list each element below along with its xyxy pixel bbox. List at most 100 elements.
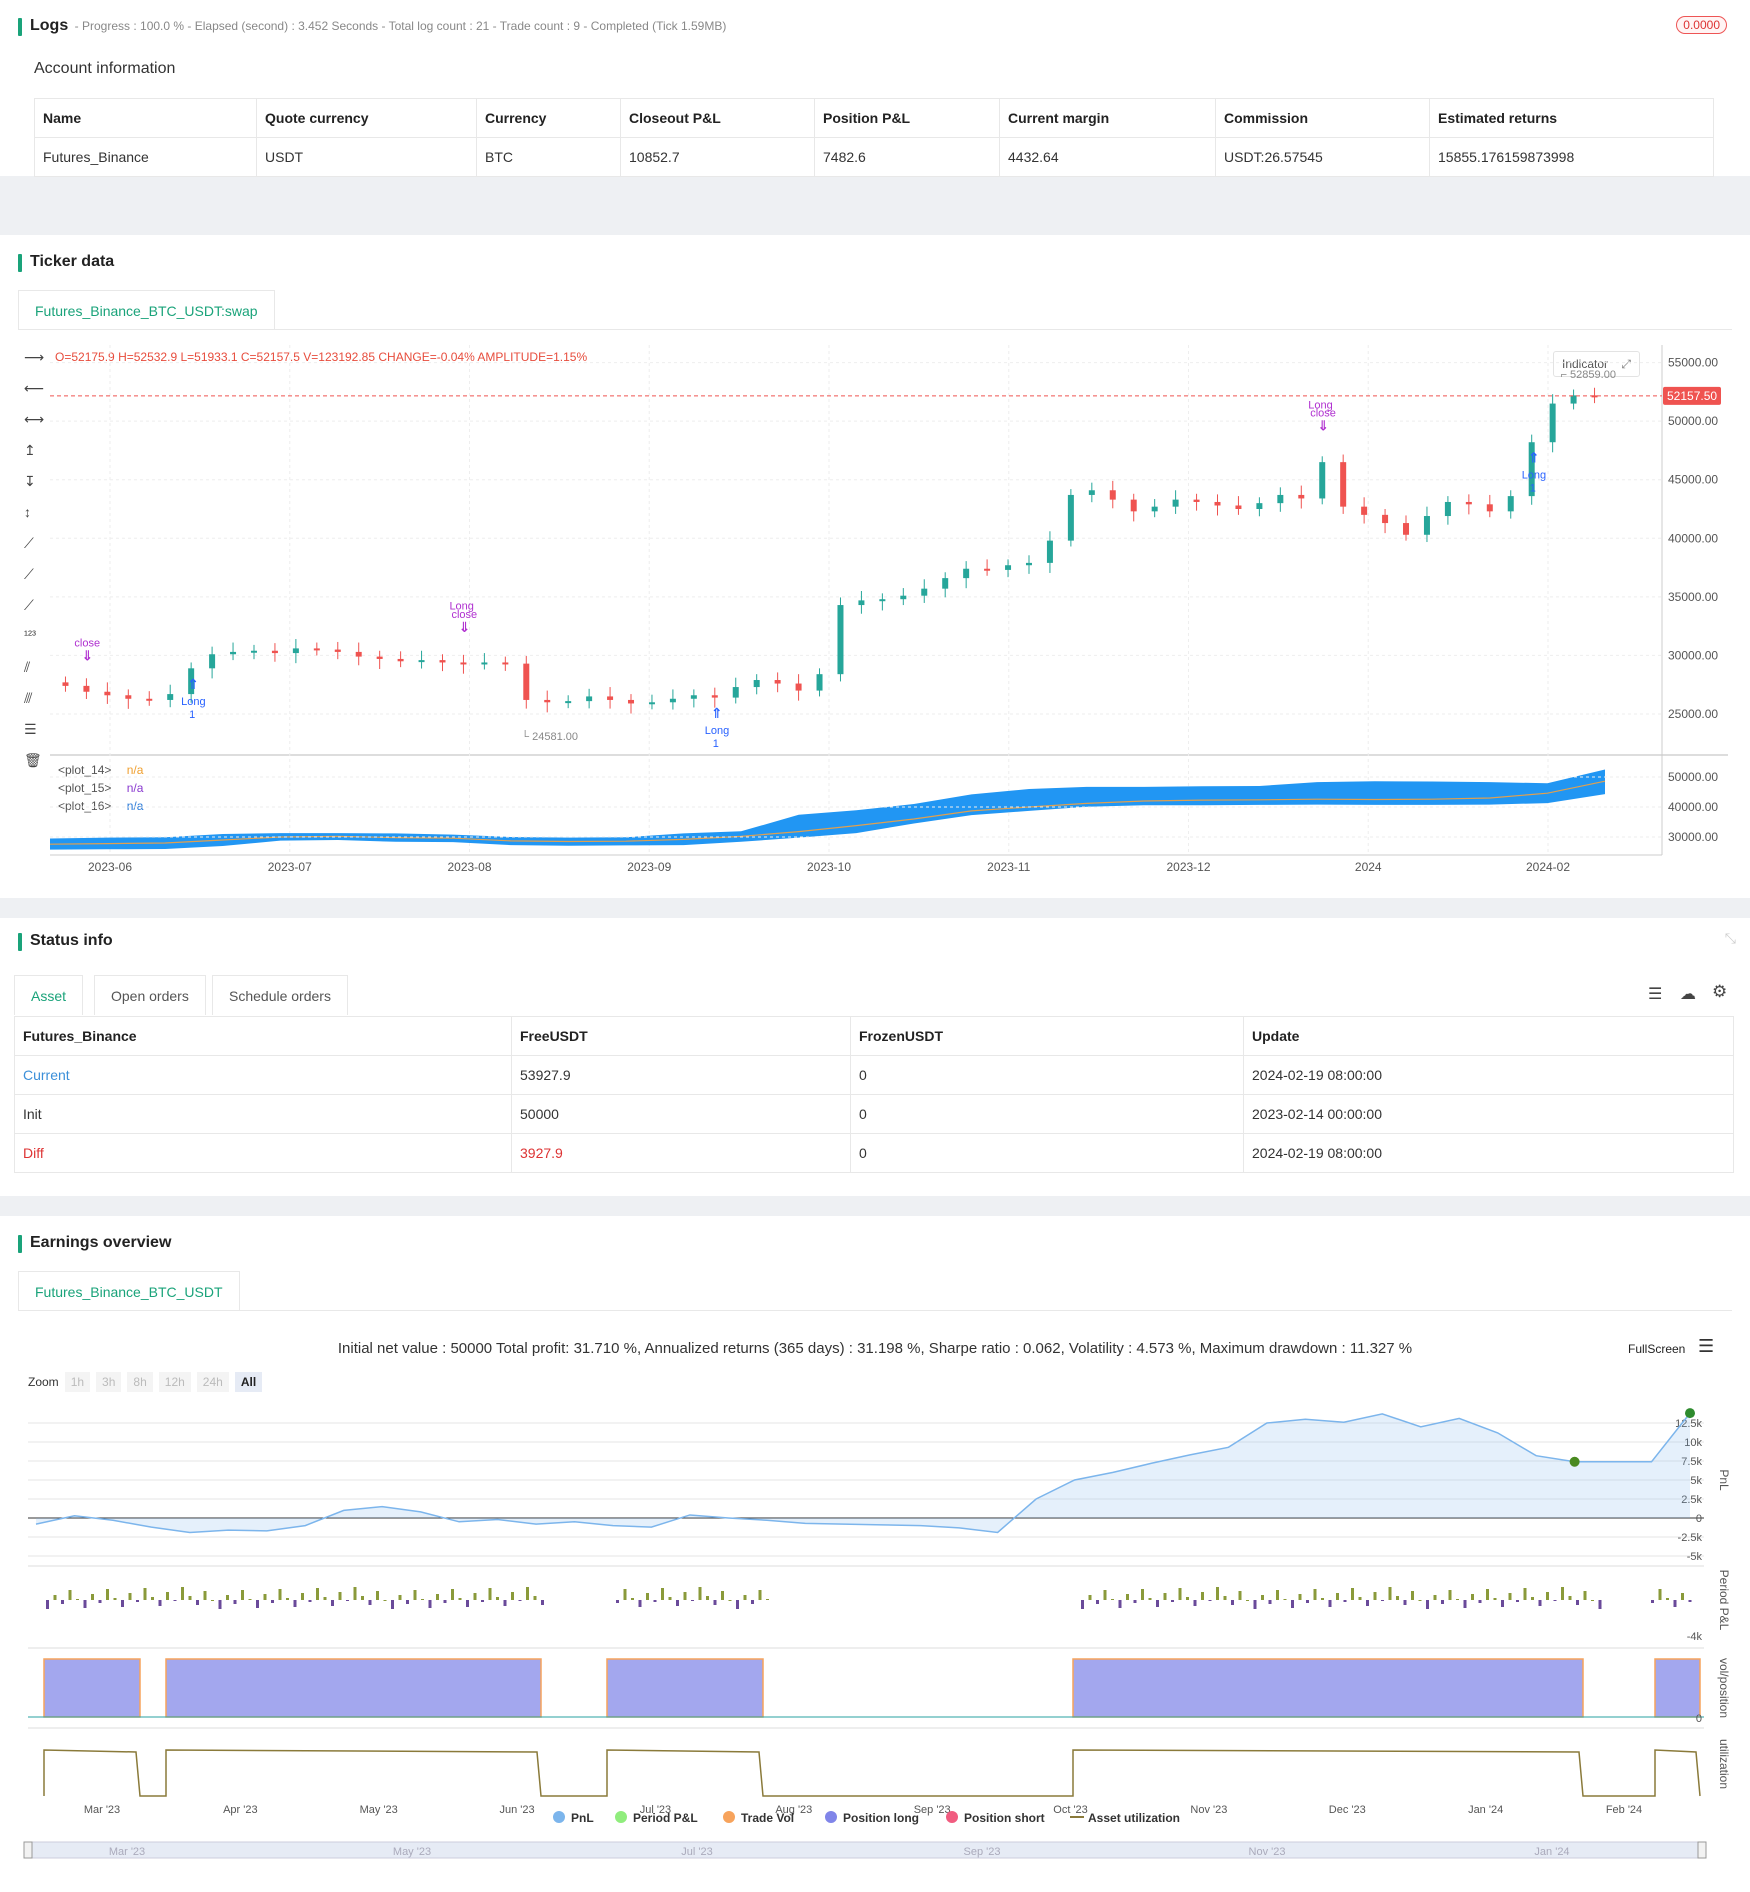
candle-body <box>523 663 530 700</box>
close-arrow-icon: ⇓ <box>1317 418 1329 434</box>
tab-open-orders[interactable]: Open orders <box>94 975 206 1015</box>
candle-body <box>418 660 425 663</box>
navigator-tick: May '23 <box>393 1846 431 1858</box>
period-pnl-bar <box>1448 1590 1452 1600</box>
period-pnl-bar <box>61 1600 64 1604</box>
candle-body <box>921 588 928 596</box>
period-pnl-bar <box>1396 1596 1399 1600</box>
period-pnl-bar <box>1486 1589 1489 1600</box>
tab-asset[interactable]: Asset <box>14 975 84 1015</box>
period-pnl-bar <box>473 1593 477 1600</box>
x-tick-label: 2023-09 <box>627 860 671 874</box>
x-tick-label: Nov '23 <box>1190 1804 1227 1816</box>
cloud-download-icon[interactable]: ☁ <box>1680 984 1696 1004</box>
period-pnl-bar <box>136 1600 139 1602</box>
candle-body <box>795 683 802 691</box>
gear-icon[interactable]: ⚙ <box>1712 982 1727 1002</box>
long-signal-label: Long <box>449 601 473 613</box>
period-pnl-bar <box>1328 1600 1332 1607</box>
row-label-current: Current <box>14 1055 512 1095</box>
candle-body <box>963 568 970 579</box>
x-tick-label: 2023-08 <box>447 860 491 874</box>
period-pnl-bar <box>698 1587 702 1600</box>
period-pnl-bar <box>331 1600 334 1606</box>
col-update: Update <box>1243 1016 1734 1056</box>
period-pnl-bar <box>436 1594 439 1600</box>
candle-body <box>460 662 467 665</box>
period-pnl-bar <box>293 1600 297 1607</box>
earnings-panel: Earnings overview Futures_Binance_BTC_US… <box>0 1216 1750 1892</box>
period-pnl-bar <box>1223 1596 1227 1600</box>
legend-label: Position short <box>964 1811 1045 1825</box>
list-icon[interactable]: ☰ <box>1648 984 1662 1004</box>
candle-body <box>942 578 949 589</box>
cell: 2024-02-19 08:00:00 <box>1243 1133 1734 1173</box>
period-pnl-bar <box>1133 1600 1137 1603</box>
earnings-chart[interactable]: -5k-2.5k02.5k5k7.5k10k12.5kPnL-4kPeriod … <box>0 1216 1750 1892</box>
period-pnl-bar <box>166 1592 169 1600</box>
asset-header-row: Futures_Binance FreeUSDT FrozenUSDT Upda… <box>14 1016 1734 1056</box>
period-pnl-bar <box>496 1597 499 1600</box>
y-tick-label: 35000.00 <box>1668 590 1718 604</box>
row-label-init: Init <box>14 1094 512 1134</box>
period-pnl-bar <box>1366 1600 1369 1606</box>
navigator-handle-left <box>23 1841 33 1859</box>
y-tick-label: 40000.00 <box>1668 531 1718 545</box>
period-pnl-bar <box>691 1600 694 1601</box>
period-pnl-bar <box>503 1600 507 1606</box>
x-tick-label: 2023-10 <box>807 860 851 874</box>
legend-dot <box>723 1811 735 1823</box>
navigator-tick: Jul '23 <box>681 1846 712 1858</box>
period-pnl-bar <box>1321 1598 1324 1600</box>
x-tick-label: Feb '24 <box>1606 1804 1642 1816</box>
col-position-pnl: Position P&L <box>814 98 1000 138</box>
legend-label: Position long <box>843 1811 919 1825</box>
long-marker-qty: 1 <box>1530 483 1536 495</box>
period-pnl-bar <box>1508 1593 1512 1600</box>
status-title: Status info <box>18 932 113 951</box>
period-pnl-bar <box>758 1590 762 1600</box>
period-pnl-bar <box>518 1600 522 1601</box>
candle-body <box>1130 499 1137 512</box>
period-pnl-bar <box>706 1596 709 1600</box>
period-pnl-bar <box>1651 1600 1654 1603</box>
candle-body <box>1067 494 1074 541</box>
navigator-tick: Nov '23 <box>1249 1846 1286 1858</box>
candle-body <box>104 691 111 696</box>
y-tick-label: 55000.00 <box>1668 356 1718 370</box>
period-pnl-bar <box>1583 1591 1587 1600</box>
navigator-handle-right <box>1697 1841 1707 1859</box>
navigator-tick: Mar '23 <box>109 1846 145 1858</box>
period-pnl-bar <box>751 1600 754 1604</box>
candle-body <box>669 698 676 703</box>
candle-body <box>1046 540 1053 563</box>
period-pnl-bar <box>721 1591 724 1600</box>
cell: 2023-02-14 00:00:00 <box>1243 1094 1734 1134</box>
period-pnl-bar <box>713 1600 717 1605</box>
candle-body <box>858 600 865 606</box>
cell: 2024-02-19 08:00:00 <box>1243 1055 1734 1095</box>
candle-body <box>83 685 90 692</box>
x-tick-label: 2023-11 <box>987 860 1030 874</box>
position-long-block <box>165 1658 542 1718</box>
x-tick-label: 2023-12 <box>1166 860 1210 874</box>
candle-body <box>376 656 383 659</box>
legend-label: Asset utilization <box>1088 1811 1180 1825</box>
x-tick-label: 2024-02 <box>1526 860 1570 874</box>
period-pnl-bar <box>256 1600 259 1608</box>
col-quote-currency: Quote currency <box>256 98 477 138</box>
period-pnl-bar <box>1493 1598 1497 1600</box>
period-pnl-bar <box>1111 1599 1114 1600</box>
candle-body <box>313 648 320 651</box>
collapse-icon[interactable]: ⤡ <box>1725 930 1736 947</box>
period-pnl-bar <box>286 1598 289 1600</box>
cell: 0 <box>850 1055 1244 1095</box>
tab-schedule-orders[interactable]: Schedule orders <box>212 975 348 1015</box>
col-frozen-usdt: FrozenUSDT <box>850 1016 1244 1056</box>
candlestick-chart[interactable]: 25000.00 30000.00 35000.00 40000.00 45000.00… <box>0 235 1750 898</box>
period-pnl-bar <box>541 1600 544 1605</box>
period-pnl-bar <box>1381 1600 1384 1601</box>
indicator-y-tick: 40000.00 <box>1668 800 1718 814</box>
period-pnl-bar <box>278 1589 282 1600</box>
period-pnl-bar <box>1501 1600 1504 1607</box>
